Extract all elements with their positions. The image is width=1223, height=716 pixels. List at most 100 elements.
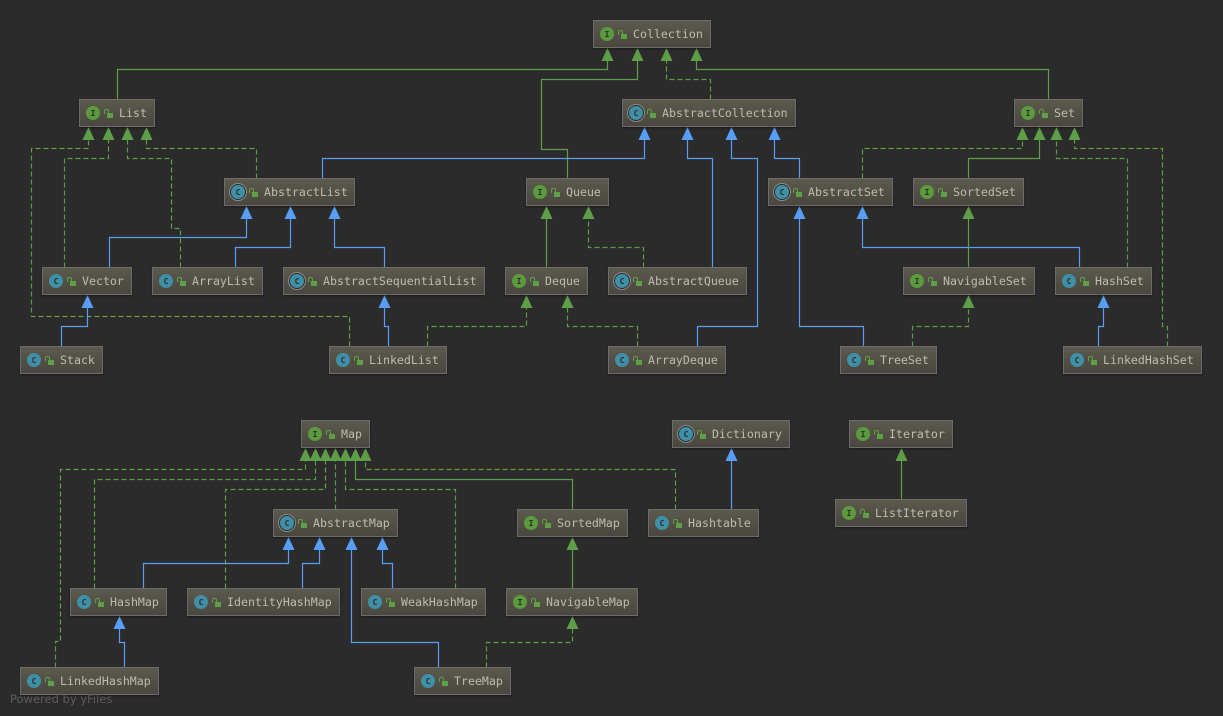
node-label: SortedSet	[953, 185, 1016, 199]
edge-SortedSet-to-Set	[967, 127, 1046, 179]
inheritance-arrowhead-icon	[1097, 295, 1110, 308]
public-access-icon	[551, 187, 560, 197]
public-access-icon	[530, 276, 539, 286]
inheritance-arrowhead-icon	[638, 127, 651, 140]
node-label: Deque	[545, 274, 580, 288]
inheritance-arrowhead-icon	[566, 537, 579, 550]
node-navigable-map[interactable]: I NavigableMap	[506, 588, 638, 616]
edge-line	[142, 549, 290, 589]
node-stack[interactable]: C Stack	[20, 346, 103, 374]
node-abstract-list[interactable]: C AbstractList	[224, 178, 355, 206]
edge-ArrayDeque-to-Deque	[561, 295, 639, 347]
interface-icon: I	[86, 106, 100, 120]
class-icon: C	[1062, 274, 1076, 288]
public-access-icon	[673, 518, 682, 528]
edge-TreeSet-to-NavigableSet	[911, 295, 975, 347]
public-access-icon	[45, 355, 54, 365]
public-access-icon	[104, 108, 113, 118]
edge-line	[861, 218, 1081, 268]
inheritance-arrowhead-icon	[601, 48, 614, 61]
edge-line	[30, 139, 351, 347]
abstract-class-icon: C	[231, 185, 245, 199]
edge-AbstractQueue-to-Queue	[582, 206, 645, 268]
node-abstract-map[interactable]: C AbstractMap	[273, 509, 398, 537]
node-abstract-set[interactable]: C AbstractSet	[768, 178, 893, 206]
edge-NavigableMap-to-SortedMap	[566, 537, 579, 589]
node-abstract-queue[interactable]: C AbstractQueue	[608, 267, 747, 295]
node-hashtable[interactable]: C Hashtable	[648, 509, 759, 537]
edge-Hashtable-to-Map	[359, 448, 677, 510]
public-access-icon	[865, 355, 874, 365]
public-access-icon	[439, 676, 448, 686]
node-label: ArrayList	[192, 274, 255, 288]
edge-line	[1073, 139, 1169, 347]
node-navigable-set[interactable]: I NavigableSet	[903, 267, 1035, 295]
abstract-class-icon: C	[280, 516, 294, 530]
edge-SortedMap-to-Map	[349, 448, 574, 510]
edge-TreeMap-to-NavigableMap	[485, 616, 579, 668]
node-iterator[interactable]: I Iterator	[849, 420, 953, 448]
node-label: AbstractCollection	[662, 106, 788, 120]
node-linked-hash-set[interactable]: C LinkedHashSet	[1063, 346, 1202, 374]
edge-Stack-to-Vector	[60, 295, 94, 347]
node-label: WeakHashMap	[401, 595, 478, 609]
inheritance-arrowhead-icon	[240, 206, 253, 219]
node-queue[interactable]: I Queue	[526, 178, 609, 206]
node-tree-map[interactable]: C TreeMap	[414, 667, 511, 695]
inheritance-arrowhead-icon	[282, 537, 295, 550]
node-sorted-set[interactable]: I SortedSet	[913, 178, 1024, 206]
node-label: ListIterator	[875, 506, 959, 520]
node-hash-set[interactable]: C HashSet	[1055, 267, 1152, 295]
inheritance-arrowhead-icon	[378, 295, 391, 308]
inheritance-arrowhead-icon	[540, 206, 553, 219]
node-label: HashMap	[110, 595, 159, 609]
node-tree-set[interactable]: C TreeSet	[840, 346, 937, 374]
node-weak-hash-map[interactable]: C WeakHashMap	[361, 588, 486, 616]
node-collection[interactable]: I Collection	[593, 20, 711, 48]
node-map[interactable]: I Map	[301, 420, 370, 448]
node-list[interactable]: I List	[79, 99, 155, 127]
node-label: ArrayDeque	[648, 353, 718, 367]
node-array-list[interactable]: C ArrayList	[152, 267, 263, 295]
inheritance-arrowhead-icon	[1050, 127, 1063, 140]
public-access-icon	[386, 597, 395, 607]
node-label: NavigableSet	[943, 274, 1027, 288]
node-vector[interactable]: C Vector	[42, 267, 132, 295]
node-label: Vector	[82, 274, 124, 288]
public-access-icon	[618, 29, 627, 39]
node-list-iterator[interactable]: I ListIterator	[835, 499, 967, 527]
node-hash-map[interactable]: C HashMap	[70, 588, 167, 616]
node-linked-hash-map[interactable]: C LinkedHashMap	[20, 667, 159, 695]
edge-AbstractSequentialList-to-AbstractList	[328, 206, 386, 268]
class-icon: C	[368, 595, 382, 609]
edge-line	[381, 549, 394, 589]
node-label: TreeMap	[454, 674, 503, 688]
edge-Deque-to-Queue	[540, 206, 553, 268]
node-abstract-collection[interactable]: C AbstractCollection	[622, 99, 796, 127]
node-label: Set	[1054, 106, 1075, 120]
inheritance-arrowhead-icon	[1068, 127, 1081, 140]
node-identity-hash-map[interactable]: C IdentityHashMap	[187, 588, 340, 616]
edge-line	[911, 307, 970, 347]
inheritance-arrowhead-icon	[566, 616, 579, 629]
node-array-deque[interactable]: C ArrayDeque	[608, 346, 726, 374]
class-icon: C	[194, 595, 208, 609]
interface-icon: I	[512, 274, 526, 288]
edge-line	[686, 139, 714, 268]
node-label: SortedMap	[557, 516, 620, 530]
edge-AbstractList-to-List	[140, 127, 258, 179]
node-deque[interactable]: I Deque	[505, 267, 588, 295]
node-linked-list[interactable]: C LinkedList	[329, 346, 447, 374]
public-access-icon	[298, 518, 307, 528]
edge-line	[798, 218, 865, 347]
node-set[interactable]: I Set	[1014, 99, 1083, 127]
node-sorted-map[interactable]: I SortedMap	[517, 509, 628, 537]
node-abstract-sequential-list[interactable]: C AbstractSequentialList	[283, 267, 485, 295]
edge-line	[566, 307, 639, 347]
node-dictionary[interactable]: C Dictionary	[672, 420, 790, 448]
node-label: AbstractMap	[313, 516, 390, 530]
interface-icon: I	[524, 516, 538, 530]
inheritance-arrowhead-icon	[313, 537, 326, 550]
edge-ListIterator-to-Iterator	[895, 448, 908, 500]
public-access-icon	[354, 355, 363, 365]
